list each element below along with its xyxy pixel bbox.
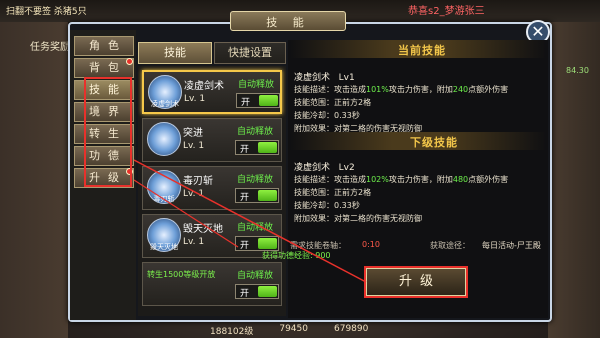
left-world-background — [0, 22, 68, 338]
auto-cast-toggle[interactable]: 开 — [235, 188, 279, 203]
unlock-requirement: 转生1500等级开放 — [147, 270, 216, 279]
toggle-label: 开 — [240, 289, 250, 299]
mission-reward-label[interactable]: 任务奖励 — [30, 38, 70, 53]
next-skill-header: 凌虚剑术 Lv2 — [294, 160, 355, 173]
desc-percent: 101% — [366, 85, 389, 94]
desc-mid: 攻击力伤害，附加 — [388, 175, 453, 184]
source-value[interactable]: 每日活动-尸王殿 — [482, 240, 541, 251]
skill-icon-caption: 毁天灭地 — [150, 243, 178, 251]
cooldown-label: 技能冷却： — [294, 111, 334, 120]
toggle-knob — [258, 238, 277, 249]
range-label: 技能范围： — [294, 188, 334, 197]
system-announcement: 恭喜s2_梦游张三 — [408, 6, 487, 17]
next-cooldown-line: 技能冷却：0.33秒 — [294, 200, 360, 211]
desc-pre: 攻击造成 — [334, 85, 366, 94]
skill-level: Lv. 1 — [183, 141, 205, 151]
current-skill-name: 凌虚剑术 — [294, 73, 331, 83]
skill-item-dash[interactable]: 突进 Lv. 1 自动释放 开 — [142, 118, 282, 162]
toggle-label: 开 — [240, 193, 250, 203]
category-role[interactable]: 角色 — [74, 36, 134, 56]
bottom-ingot: 679890 — [334, 324, 369, 334]
desc-label: 技能描述： — [294, 85, 334, 94]
current-skill-header: 凌虚剑术 Lv1 — [294, 70, 355, 83]
auto-cast-label: 自动释放 — [237, 175, 274, 185]
skill-icon-caption: 毒刃斩 — [153, 195, 175, 203]
current-skill-title: 当前技能 — [398, 44, 446, 57]
toggle-label: 开 — [241, 98, 251, 108]
desc-post: 点额外伤害 — [468, 85, 509, 94]
range-value: 正前方2格 — [334, 188, 372, 197]
annotation-box-upgrade — [364, 266, 468, 298]
skill-name: 毒刃斩 — [183, 176, 213, 187]
auto-cast-label: 自动释放 — [237, 271, 274, 281]
toggle-label: 开 — [240, 145, 250, 155]
current-skill-level: Lv1 — [338, 73, 355, 83]
skill-level: Lv. 1 — [184, 94, 206, 104]
current-range-line: 技能范围：正前方2格 — [294, 97, 371, 108]
quest-tracker-text[interactable]: 扫翻不要签 杀猪5只 — [6, 4, 87, 17]
auto-cast-toggle[interactable]: 开 — [235, 140, 279, 155]
toggle-label: 开 — [240, 241, 250, 251]
bottom-gold: 79450 — [279, 324, 308, 334]
effect-label: 附加效果： — [294, 214, 334, 223]
range-label: 技能范围： — [294, 98, 334, 107]
auto-cast-toggle[interactable]: 开 — [235, 236, 279, 251]
game-scene: 扫翻不要签 杀猪5只 恭喜s2_梦游张三 任务奖励 84.30 技 能 ✕ 角色… — [0, 0, 600, 338]
scroll-requirement-value: 0:10 — [362, 240, 380, 249]
bag-notification-badge — [126, 58, 133, 65]
close-icon: ✕ — [531, 22, 545, 41]
next-desc-line: 技能描述：攻击造成102%攻击力伤害，附加480点额外伤害 — [294, 174, 508, 185]
skill-item-lingxu[interactable]: 凌虚剑术 凌虚剑术 Lv. 1 自动释放 开 — [142, 70, 282, 114]
toggle-knob — [258, 286, 277, 297]
cooldown-label: 技能冷却： — [294, 201, 334, 210]
dash-skill-icon — [147, 122, 181, 156]
effect-value: 对第二格的伤害无视防御 — [334, 214, 422, 223]
current-cooldown-line: 技能冷却：0.33秒 — [294, 110, 360, 121]
dialog-title: 技 能 — [266, 16, 310, 29]
auto-cast-toggle[interactable]: 开 — [235, 284, 279, 299]
bottom-level: 188102级 — [210, 327, 254, 337]
skill-item-destroy-world[interactable]: 毁天灭地 毁天灭地 Lv. 1 自动释放 开 — [142, 214, 282, 258]
desc-percent: 102% — [366, 175, 389, 184]
current-desc-line: 技能描述：攻击造成101%攻击力伤害，附加240点额外伤害 — [294, 84, 508, 95]
auto-cast-label: 自动释放 — [237, 223, 274, 233]
tab-quick-settings[interactable]: 快捷设置 — [214, 42, 286, 64]
bottom-status-bar: 188102级 79450 679890 — [210, 324, 550, 338]
auto-cast-label: 自动释放 — [237, 127, 274, 137]
category-bag[interactable]: 背包 — [74, 58, 134, 78]
skill-item-locked[interactable]: 转生1500等级开放 自动释放 开 — [142, 262, 282, 306]
skill-icon-caption: 凌虚剑术 — [151, 100, 179, 108]
range-value: 正前方2格 — [334, 98, 372, 107]
auto-cast-toggle[interactable]: 开 — [236, 93, 280, 108]
cooldown-value: 0.33秒 — [334, 111, 360, 120]
skill-level: Lv. 1 — [183, 189, 205, 199]
desc-label: 技能描述： — [294, 175, 334, 184]
skill-item-poison-blade[interactable]: 毒刃斩 毒刃斩 Lv. 1 自动释放 开 — [142, 166, 282, 210]
next-effect-line: 附加效果：对第二格的伤害无视防御 — [294, 213, 422, 224]
desc-bonus: 240 — [452, 85, 469, 94]
toggle-knob — [258, 190, 277, 201]
next-range-line: 技能范围：正前方2格 — [294, 187, 371, 198]
next-skill-name: 凌虚剑术 — [294, 163, 331, 173]
toggle-knob — [259, 95, 278, 106]
desc-pre: 攻击造成 — [334, 175, 366, 184]
desc-mid: 攻击力伤害，附加 — [388, 85, 453, 94]
source-label: 获取途径： — [430, 241, 470, 250]
desc-post: 点额外伤害 — [468, 175, 509, 184]
toggle-knob — [258, 142, 277, 153]
tab-skill[interactable]: 技能 — [138, 42, 212, 64]
skill-name: 毁天灭地 — [183, 224, 223, 235]
annotation-box-categories — [84, 77, 132, 187]
skill-name: 凌虚剑术 — [184, 81, 224, 92]
skill-level: Lv. 1 — [183, 237, 205, 247]
hud-score: 84.30 — [566, 66, 589, 75]
auto-cast-label: 自动释放 — [238, 80, 275, 90]
merit-exp-gain: 获得功德经验: 900 — [262, 251, 331, 260]
desc-bonus: 480 — [452, 175, 469, 184]
next-skill-level: Lv2 — [338, 163, 355, 173]
cooldown-value: 0.33秒 — [334, 201, 360, 210]
skill-name: 突进 — [183, 128, 203, 139]
next-skill-title: 下级技能 — [410, 136, 458, 149]
